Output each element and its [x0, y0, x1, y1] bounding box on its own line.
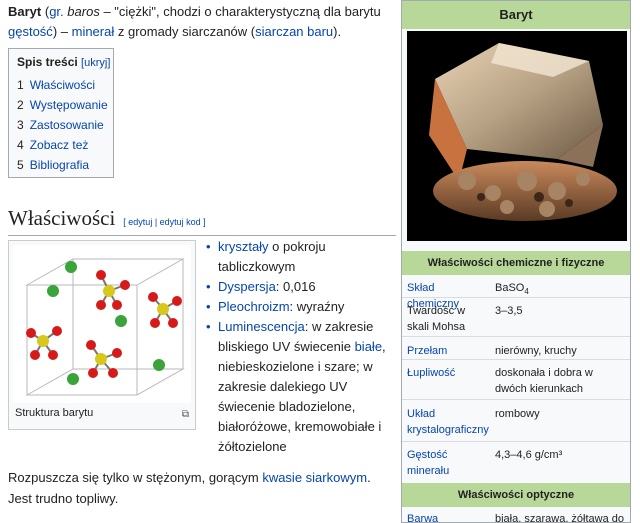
toc-title: Spis treści [ukryj] [17, 55, 113, 69]
infobox-row: Przełam nierówny, kruchy [402, 343, 630, 363]
enlarge-icon[interactable]: ⧉ [182, 409, 189, 420]
infobox-value: rombowy [495, 408, 540, 420]
mineral-link[interactable]: minerał [72, 24, 115, 39]
toc-hide-toggle[interactable]: [ukryj] [81, 57, 110, 69]
toc-item-label[interactable]: Zastosowanie [30, 118, 104, 132]
divider [402, 441, 630, 442]
infobox-key-link[interactable]: Łupliwość [407, 365, 489, 381]
infobox-value: 4,3–4,6 g/cm³ [495, 449, 563, 461]
toc-item-number: 4 [17, 138, 24, 152]
bullet-icon: • [206, 279, 211, 294]
intro-text: z gromady siarczanów ( [114, 24, 256, 39]
infobox: Baryt Właściwości chemiczne i fizyczne S… [401, 0, 631, 523]
section-heading: Właściwości [ edytuj | edytuj kod ] [8, 206, 396, 236]
infobox-row: Gęstość minerału 4,3–4,6 g/cm³ [402, 447, 630, 481]
list-item: • Luminescencja: w zakresie bliskiego UV … [204, 317, 394, 457]
toc-list: 1 Właściwości 2 Występowanie 3 Zastosowanie… [17, 75, 113, 175]
intro-text: ). [333, 24, 342, 39]
list-item: • Pleochroizm: wyraźny [204, 297, 394, 317]
structure-thumbnail[interactable]: Struktura barytu ⧉ [8, 240, 196, 430]
list-item-text: , niebieskozielone i szare; w zakresie d… [218, 339, 386, 454]
intro-text: ) – [52, 24, 72, 39]
toc-item-number: 1 [17, 78, 24, 92]
solubility-paragraph: Rozpuszcza się tylko w stężonym, gorącym… [8, 467, 393, 509]
toc-item-label[interactable]: Bibliografia [30, 158, 89, 172]
intro-text: ( [41, 4, 50, 19]
intro-text: – "ciężki", chodzi o charakterystyczną d… [99, 4, 381, 19]
toc-item[interactable]: 2 Występowanie [17, 95, 113, 115]
list-item: • Dyspersja: 0,016 [204, 277, 394, 297]
greek-word: baros [67, 4, 100, 19]
infobox-section-optical: Właściwości optyczne [402, 483, 630, 507]
intro-paragraph: Baryt (gr. baros – "ciężki", chodzi o ch… [8, 2, 393, 42]
toc-item[interactable]: 3 Zastosowanie [17, 115, 113, 135]
properties-list: • kryształy o pokroju tabliczkowym • Dyspe… [204, 237, 394, 457]
sulfuric-acid-link[interactable]: kwasie siarkowym [262, 470, 367, 485]
toc-item[interactable]: 1 Właściwości [17, 75, 113, 95]
toc-item-number: 5 [17, 158, 24, 172]
pleochroism-link[interactable]: Pleochroizm [218, 299, 290, 314]
list-item-text: : wyraźny [289, 299, 345, 314]
list-item-text: : 0,016 [275, 279, 316, 294]
density-link[interactable]: gęstość [8, 24, 53, 39]
infobox-value: nierówny, kruchy [495, 345, 577, 357]
infobox-row: Barwa biała, szarawa, żółtawa do [402, 511, 630, 523]
crystal-structure-image [13, 245, 191, 403]
intro-term: Baryt [8, 4, 42, 19]
baryte-photo-image [407, 31, 627, 241]
infobox-key-link[interactable]: Barwa [407, 511, 489, 522]
infobox-key-link[interactable]: Przełam [407, 343, 489, 359]
toc-item-number: 3 [17, 118, 24, 132]
barium-sulfate-link[interactable]: siarczan baru [255, 24, 333, 39]
infobox-key-link[interactable]: Gęstość minerału [407, 447, 489, 479]
toc-item-label[interactable]: Właściwości [30, 78, 95, 92]
toc-item-label[interactable]: Zobacz też [30, 138, 89, 152]
toc-item[interactable]: 5 Bibliografia [17, 155, 113, 175]
infobox-key-link[interactable]: Układ krystalograficzny [407, 406, 489, 438]
bullet-icon: • [206, 319, 211, 334]
infobox-value: doskonała i dobra w dwóch kierunkach [495, 367, 593, 395]
greek-link[interactable]: gr. [49, 4, 63, 19]
toc-title-text: Spis treści [17, 55, 78, 69]
toc-item-number: 2 [17, 98, 24, 112]
divider [402, 399, 630, 400]
infobox-section-chemical: Właściwości chemiczne i fizyczne [402, 251, 630, 275]
infobox-key: Twardość w skali Mohsa [407, 305, 466, 333]
mineral-photo[interactable] [407, 31, 627, 241]
toc-item-label[interactable]: Występowanie [30, 98, 108, 112]
thumbnail-caption: Struktura barytu [15, 407, 94, 419]
infobox-value: 3–3,5 [495, 305, 523, 317]
infobox-row: Łupliwość doskonała i dobra w dwóch kier… [402, 365, 630, 399]
paragraph-text: Rozpuszcza się tylko w stężonym, gorącym [8, 470, 263, 485]
luminescence-link[interactable]: Luminescencja [218, 319, 305, 334]
dispersion-link[interactable]: Dyspersja [218, 279, 276, 294]
infobox-title: Baryt [402, 1, 630, 29]
toc-item[interactable]: 4 Zobacz też [17, 135, 113, 155]
divider [402, 336, 630, 337]
infobox-row: Twardość w skali Mohsa 3–3,5 [402, 303, 630, 337]
table-of-contents: Spis treści [ukryj] 1 Właściwości 2 Występ… [8, 48, 114, 178]
bullet-icon: • [206, 299, 211, 314]
infobox-row: Układ krystalograficzny rombowy [402, 406, 630, 440]
section-title: Właściwości [8, 206, 116, 230]
bullet-icon: • [206, 239, 211, 254]
divider [402, 297, 630, 298]
section-edit-links[interactable]: [ edytuj | edytuj kod ] [123, 217, 205, 227]
divider [402, 359, 630, 360]
white-link[interactable]: białe [355, 339, 382, 354]
infobox-value: biała, szarawa, żółtawa do [495, 513, 625, 523]
crystals-link[interactable]: kryształy [218, 239, 269, 254]
list-item: • kryształy o pokroju tabliczkowym [204, 237, 394, 277]
